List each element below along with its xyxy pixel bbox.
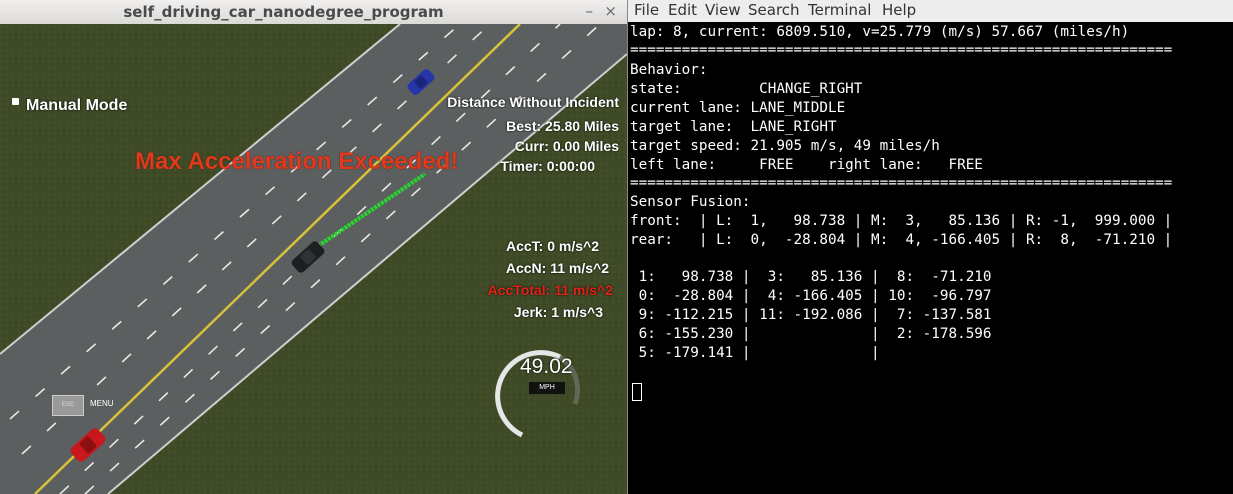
terminal-line: 9: -112.215 | 11: -192.086 | 7: -137.581 — [630, 307, 992, 323]
terminal-line: 1: 98.738 | 3: 85.136 | 8: -71.210 — [630, 269, 992, 285]
close-button[interactable]: × — [604, 2, 617, 20]
terminal-line: rear: | L: 0, -28.804 | M: 4, -166.405 |… — [630, 232, 1173, 248]
best-distance: Best: 25.80 Miles — [506, 118, 619, 134]
menu-search[interactable]: Search — [748, 1, 800, 19]
simulator-window-title: self_driving_car_nanodegree_program — [123, 3, 444, 21]
menu-label[interactable]: MENU — [90, 399, 114, 408]
terminal-line: ========================================… — [630, 42, 1173, 58]
simulator-titlebar: self_driving_car_nanodegree_program – × — [0, 0, 627, 25]
acc-n-readout: AccN: 11 m/s^2 — [505, 260, 609, 276]
speed-unit: MPH — [529, 382, 565, 394]
distance-title: Distance Without Incident — [447, 94, 619, 110]
terminal-menubar: File Edit View Search Terminal Help — [628, 0, 1233, 22]
terminal-line: target speed: 21.905 m/s, 49 miles/h — [630, 138, 940, 154]
terminal-line: Behavior: — [630, 62, 708, 78]
menu-edit[interactable]: Edit — [668, 1, 697, 19]
terminal-line: front: | L: 1, 98.738 | M: 3, 85.136 | R… — [630, 213, 1173, 229]
terminal-line: current lane: LANE_MIDDLE — [630, 100, 846, 116]
menu-file[interactable]: File — [634, 1, 659, 19]
acc-t-readout: AccT: 0 m/s^2 — [506, 238, 599, 254]
minimize-button[interactable]: – — [586, 2, 594, 20]
terminal-line: state: CHANGE_RIGHT — [630, 81, 863, 97]
terminal-output[interactable]: lap: 8, current: 6809.510, v=25.779 (m/s… — [630, 23, 1233, 494]
terminal-line: 0: -28.804 | 4: -166.405 | 10: -96.797 — [630, 288, 992, 304]
terminal-line: Sensor Fusion: — [630, 194, 751, 210]
acc-total-readout: AccTotal: 11 m/s^2 — [487, 282, 613, 298]
max-acceleration-warning: Max Acceleration Exceeded! — [135, 148, 459, 175]
current-distance: Curr: 0.00 Miles — [514, 138, 619, 154]
terminal-line: lap: 8, current: 6809.510, v=25.779 (m/s… — [630, 24, 1130, 40]
terminal-line: 6: -155.230 | | 2: -178.596 — [630, 326, 992, 342]
menu-terminal[interactable]: Terminal — [808, 1, 871, 19]
terminal-line: left lane: FREE right lane: FREE — [630, 157, 983, 173]
speed-value: 49.02 — [520, 355, 573, 378]
terminal-line: target lane: LANE_RIGHT — [630, 119, 837, 135]
terminal-line: ========================================… — [630, 175, 1173, 191]
esc-button[interactable]: ESC — [52, 395, 84, 416]
menu-view[interactable]: View — [705, 1, 741, 19]
jerk-readout: Jerk: 1 m/s^3 — [513, 304, 603, 320]
terminal-line: 5: -179.141 | | — [630, 345, 880, 361]
manual-mode-label: Manual Mode — [26, 97, 128, 114]
simulator-window: self_driving_car_nanodegree_program – × — [0, 0, 627, 494]
timer: Timer: 0:00:00 — [500, 158, 595, 174]
terminal-cursor — [632, 383, 642, 401]
menu-help[interactable]: Help — [882, 1, 916, 19]
terminal-window: File Edit View Search Terminal Help lap:… — [627, 0, 1233, 494]
